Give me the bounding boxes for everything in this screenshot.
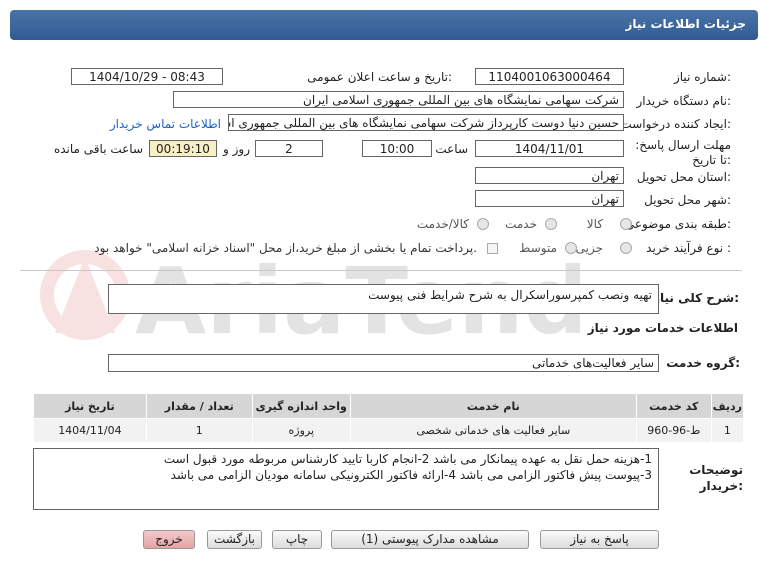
- cell-row-number: 1: [710, 418, 745, 443]
- province-field: تهران: [475, 167, 624, 184]
- deadline-time-field: 10:00: [362, 140, 432, 157]
- back-button[interactable]: بازگشت: [207, 530, 262, 549]
- remaining-time-field: 00:19:10: [149, 140, 217, 157]
- service-group-label: گروه خدمت:: [666, 356, 740, 370]
- category-option-goods-service: کالا/خدمت: [416, 217, 469, 231]
- days-label: روز و: [223, 142, 250, 156]
- need-number-field: 1104001063000464: [475, 68, 624, 85]
- column-header-service-name: نام خدمت: [349, 393, 637, 419]
- city-label: شهر محل تحویل:: [644, 193, 731, 207]
- process-radio-medium[interactable]: [565, 242, 577, 254]
- treasury-checkbox[interactable]: [487, 243, 498, 254]
- cell-service-name: سایر فعالیت های خدماتی شخصی: [349, 418, 637, 443]
- deadline-time-label: ساعت: [435, 142, 468, 156]
- process-note: پرداخت تمام یا بخشی از مبلغ خرید،از محل …: [94, 241, 477, 255]
- column-header-need-date: تاریخ نیاز: [33, 393, 147, 419]
- days-field: 2: [255, 140, 323, 157]
- column-header-row-number: ردیف: [710, 393, 745, 419]
- page-header: جزئیات اطلاعات نیاز: [10, 10, 758, 40]
- table-header-row: ردیف کد خدمت نام خدمت واحد اندازه گیری ت…: [33, 393, 745, 419]
- creator-label: ایجاد کننده درخواست:: [620, 117, 731, 131]
- buyer-org-label: نام دستگاه خریدار:: [636, 94, 732, 108]
- deadline-label: مهلت ارسال پاسخ: تا تاریخ:: [635, 138, 731, 167]
- category-option-goods: کالا: [586, 217, 603, 231]
- buyer-notes-label: توضیحات خریدار:: [689, 463, 743, 493]
- category-radio-service[interactable]: [545, 218, 557, 230]
- buyer-notes-textarea: 1-هزینه حمل نقل به عهده پیمانکار می باشد…: [33, 448, 659, 510]
- reply-button[interactable]: پاسخ به نیاز: [540, 530, 659, 549]
- services-section-title: اطلاعات خدمات مورد نیاز: [587, 321, 738, 335]
- column-header-quantity: تعداد / مقدار: [145, 393, 253, 419]
- contact-info-link[interactable]: اطلاعات تماس خریدار: [110, 117, 221, 131]
- column-header-unit: واحد اندازه گیری: [251, 393, 351, 419]
- buyer-notes-line-1: 1-هزینه حمل نقل به عهده پیمانکار می باشد…: [163, 452, 652, 466]
- print-button[interactable]: چاپ: [272, 530, 322, 549]
- need-number-label: شماره نیاز:: [673, 70, 731, 84]
- table-row: 1 ط-96-960 سایر فعالیت های خدماتی شخصی پ…: [33, 418, 745, 443]
- summary-text: تهیه ونصب کمپرسوراسکرال به شرح شرایط فنی…: [368, 288, 652, 302]
- cell-need-date: 1404/11/04: [33, 418, 147, 443]
- process-type-label: نوع فرآیند خرید :: [646, 241, 731, 255]
- process-option-minor: جزیی: [575, 241, 603, 255]
- buyer-notes-line-2: 3-پیوست پیش فاکتور الزامی می باشد 4-ارائ…: [170, 468, 652, 482]
- process-option-medium: متوسط: [519, 241, 557, 255]
- deadline-date-field: 1404/11/01: [475, 140, 624, 157]
- column-header-service-code: کد خدمت: [635, 393, 712, 419]
- cell-service-code: ط-96-960: [635, 418, 712, 443]
- cell-unit: پروژه: [251, 418, 351, 443]
- category-label: طبقه بندی موضوعی:: [624, 217, 731, 231]
- summary-label: شرح کلی نیاز:: [653, 291, 739, 305]
- announce-field: 1404/10/29 - 08:43: [71, 68, 223, 85]
- view-attachments-button[interactable]: مشاهده مدارک پیوستی (1): [331, 530, 529, 549]
- city-field: تهران: [475, 190, 624, 207]
- divider: [20, 270, 742, 271]
- category-radio-goods-service[interactable]: [477, 218, 489, 230]
- buyer-org-field: شرکت سهامی نمایشگاه های بین المللی جمهور…: [173, 91, 624, 108]
- page-title: جزئیات اطلاعات نیاز: [625, 17, 746, 31]
- exit-button[interactable]: خروج: [143, 530, 195, 549]
- cell-quantity: 1: [145, 418, 253, 443]
- announce-label: تاریخ و ساعت اعلان عمومی:: [307, 70, 452, 84]
- province-label: استان محل تحویل:: [636, 170, 731, 184]
- service-group-field: سایر فعالیت‌های خدماتی: [108, 354, 659, 372]
- remaining-time-label: ساعت باقی مانده: [53, 142, 143, 156]
- services-table: ردیف کد خدمت نام خدمت واحد اندازه گیری ت…: [33, 393, 745, 443]
- category-radio-goods[interactable]: [620, 218, 632, 230]
- process-radio-minor[interactable]: [620, 242, 632, 254]
- summary-textarea: تهیه ونصب کمپرسوراسکرال به شرح شرایط فنی…: [108, 284, 659, 314]
- category-option-service: خدمت: [505, 217, 537, 231]
- creator-field: حسین دنیا دوست کارپرداز شرکت سهامی نمایش…: [228, 114, 624, 131]
